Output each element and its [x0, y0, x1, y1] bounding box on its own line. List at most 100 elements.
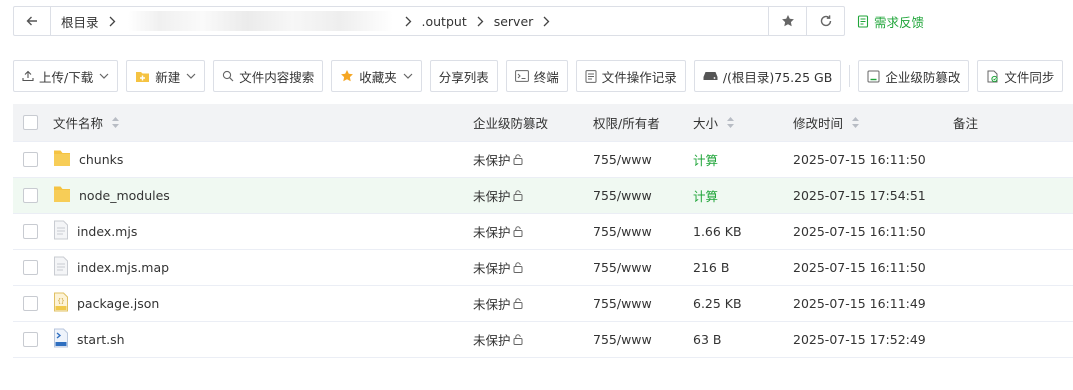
file-size[interactable]: 计算	[693, 150, 718, 169]
new-label: 新建	[155, 69, 181, 85]
table-row[interactable]: start.sh 未保护 755/www 63 B 2025-07-15 17:52:4…	[13, 322, 1073, 358]
content-search-button[interactable]: 文件内容搜索	[213, 60, 324, 92]
toolbar-divider	[849, 65, 851, 87]
row-checkbox[interactable]	[23, 260, 38, 275]
permission-owner[interactable]: 755/www	[593, 296, 652, 311]
file-name[interactable]: package.json	[77, 296, 159, 311]
crumb-output[interactable]: .output	[420, 14, 469, 29]
feedback-label: 需求反馈	[874, 15, 925, 30]
shell-file-icon	[53, 328, 69, 351]
favorite-star-button[interactable]	[768, 7, 806, 35]
protect-status[interactable]: 未保护	[473, 150, 511, 169]
table-row[interactable]: {} package.json 未保护 755/www 6.25 KB 2025-07-1…	[13, 286, 1073, 322]
protect-status[interactable]: 未保护	[473, 330, 511, 349]
arrow-left-icon	[26, 16, 37, 26]
protect-status[interactable]: 未保护	[473, 222, 511, 241]
chevron-right-icon	[101, 16, 124, 27]
refresh-icon	[820, 15, 831, 27]
share-list-button[interactable]: 分享列表	[429, 60, 498, 92]
file-size: 6.25 KB	[693, 296, 742, 311]
chevron-down-icon	[186, 73, 196, 79]
table-row[interactable]: index.mjs 未保护 755/www 1.66 KB 2025-07-15 16:…	[13, 214, 1073, 250]
table-row[interactable]: index.mjs.map 未保护 755/www 216 B 2025-07-15 1…	[13, 250, 1073, 286]
header-size[interactable]: 大小	[693, 113, 735, 132]
file-name[interactable]: start.sh	[77, 332, 125, 347]
header-protect: 企业级防篡改	[473, 116, 549, 131]
json-file-icon: {}	[53, 292, 69, 315]
disk-icon	[703, 71, 718, 81]
permission-owner[interactable]: 755/www	[593, 188, 652, 203]
header-name[interactable]: 文件名称	[53, 113, 120, 132]
star-icon	[781, 15, 794, 27]
lock-icon	[513, 154, 523, 165]
chevron-right-icon	[397, 16, 420, 27]
tamper-protect-button[interactable]: 企业级防篡改	[858, 60, 970, 92]
feedback-link[interactable]: 需求反馈	[857, 12, 924, 31]
search-icon	[222, 70, 234, 82]
modified-time: 2025-07-15 16:11:50	[793, 260, 926, 275]
svg-text:{}: {}	[57, 298, 64, 305]
operation-log-button[interactable]: 文件操作记录	[575, 60, 686, 92]
breadcrumb: 根目录 .output server	[51, 7, 768, 35]
table-row[interactable]: chunks 未保护 755/www 计算 2025-07-15 16:11:50	[13, 142, 1073, 178]
disk-label: /(根目录)75.25 GB	[722, 69, 833, 85]
row-checkbox[interactable]	[23, 188, 38, 203]
protect-status[interactable]: 未保护	[473, 186, 511, 205]
feedback-icon	[857, 15, 869, 28]
file-icon	[53, 256, 69, 279]
file-size: 1.66 KB	[693, 224, 742, 239]
back-button[interactable]	[14, 7, 51, 35]
crumb-root[interactable]: 根目录	[59, 12, 101, 31]
file-size[interactable]: 计算	[693, 186, 718, 205]
log-icon	[585, 69, 597, 83]
file-size: 63 B	[693, 332, 722, 347]
file-sync-label: 文件同步	[1004, 69, 1055, 85]
chevron-right-icon	[469, 16, 492, 27]
row-checkbox[interactable]	[23, 224, 38, 239]
modified-time: 2025-07-15 16:11:50	[793, 152, 926, 167]
terminal-button[interactable]: 终端	[505, 60, 568, 92]
content-search-label: 文件内容搜索	[239, 69, 315, 85]
crumb-server[interactable]: server	[492, 14, 536, 29]
lock-icon	[513, 226, 523, 237]
protect-status[interactable]: 未保护	[473, 258, 511, 277]
tamper-protect-icon	[867, 70, 880, 83]
permission-owner[interactable]: 755/www	[593, 152, 652, 167]
lock-icon	[513, 190, 523, 201]
select-all-checkbox[interactable]	[23, 115, 38, 130]
header-note: 备注	[953, 116, 979, 131]
row-checkbox[interactable]	[23, 296, 38, 311]
file-sync-button[interactable]: 文件同步	[977, 60, 1064, 92]
new-button[interactable]: 新建	[126, 60, 206, 92]
star-icon	[340, 69, 354, 83]
terminal-label: 终端	[533, 69, 559, 85]
file-name[interactable]: index.mjs	[77, 224, 137, 239]
header-mtime[interactable]: 修改时间	[793, 113, 860, 132]
protect-status[interactable]: 未保护	[473, 294, 511, 313]
folder-icon	[53, 184, 71, 207]
file-name[interactable]: chunks	[79, 152, 123, 167]
file-sync-icon	[986, 70, 999, 83]
folder-icon	[53, 148, 71, 171]
permission-owner[interactable]: 755/www	[593, 260, 652, 275]
modified-time: 2025-07-15 16:11:49	[793, 296, 926, 311]
table-row[interactable]: node_modules 未保护 755/www 计算 2025-07-15 17:54…	[13, 178, 1073, 214]
disk-button[interactable]: /(根目录)75.25 GB	[693, 60, 842, 92]
favorites-button[interactable]: 收藏夹	[331, 60, 422, 92]
file-name[interactable]: index.mjs.map	[77, 260, 169, 275]
new-folder-icon	[135, 70, 150, 83]
file-size: 216 B	[693, 260, 730, 275]
lock-icon	[513, 262, 523, 273]
permission-owner[interactable]: 755/www	[593, 332, 652, 347]
permission-owner[interactable]: 755/www	[593, 224, 652, 239]
file-name[interactable]: node_modules	[79, 188, 170, 203]
upload-download-button[interactable]: 上传/下载	[13, 60, 119, 92]
upload-download-label: 上传/下载	[39, 69, 94, 85]
favorites-label: 收藏夹	[359, 69, 397, 85]
row-checkbox[interactable]	[23, 332, 38, 347]
row-checkbox[interactable]	[23, 152, 38, 167]
terminal-icon	[514, 70, 529, 82]
refresh-button[interactable]	[806, 7, 844, 35]
redacted-path-segment	[127, 11, 393, 31]
lock-icon	[513, 334, 523, 345]
